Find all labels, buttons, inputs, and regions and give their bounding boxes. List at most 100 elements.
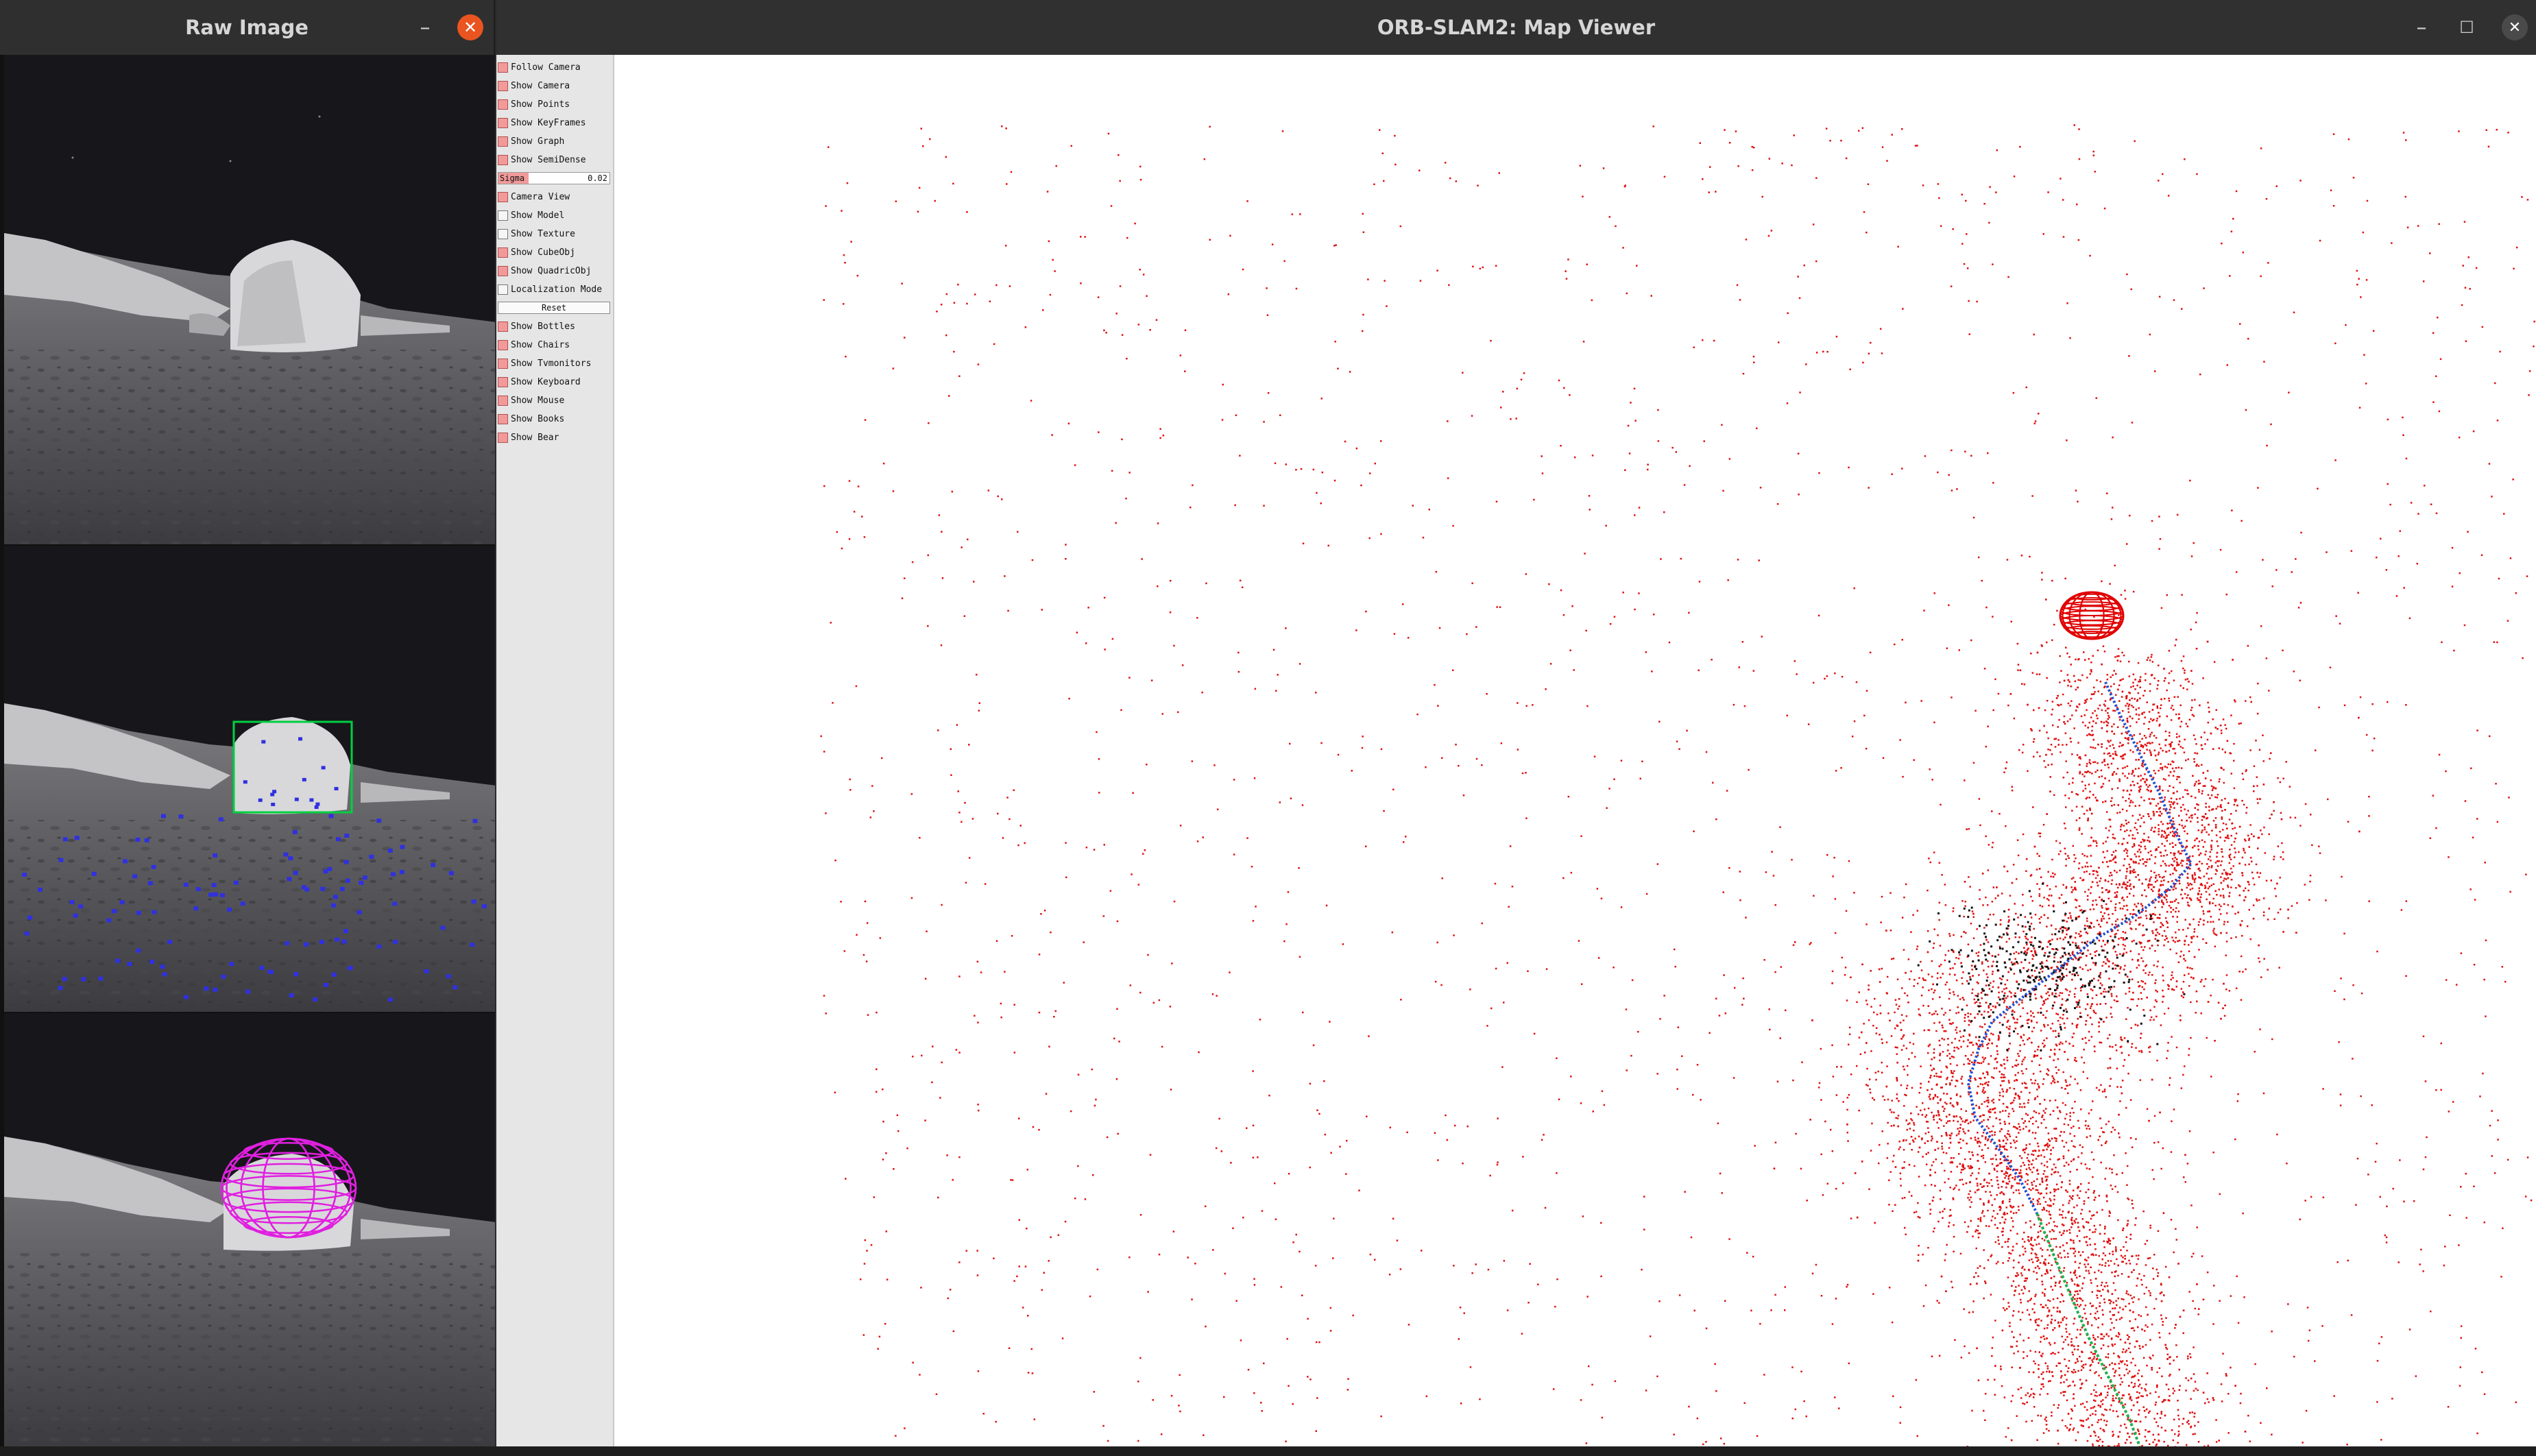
checkbox-show-mouse[interactable]: Show Mouse — [498, 392, 564, 409]
point-cloud-map[interactable] — [614, 55, 2536, 1446]
raw-close-button[interactable]: ✕ — [455, 0, 485, 55]
map-point — [1567, 795, 1570, 798]
map-point — [1953, 1070, 1955, 1072]
checkbox-box[interactable] — [498, 339, 508, 350]
checkbox-camera-view[interactable]: Camera View — [498, 189, 570, 205]
checkbox-show-cubeobj[interactable]: Show CubeObj — [498, 244, 575, 260]
map-point — [1252, 1156, 1255, 1158]
checkbox-box[interactable] — [498, 413, 508, 424]
map-point — [1761, 635, 1763, 638]
checkbox-box[interactable] — [498, 62, 508, 73]
sigma-slider[interactable]: Sigma 0.02 — [498, 172, 610, 184]
map-point — [2483, 1221, 2485, 1224]
checkbox-localization-mode[interactable]: Localization Mode — [498, 281, 602, 298]
map-point — [2108, 1264, 2110, 1267]
checkbox-box[interactable] — [498, 80, 508, 91]
checkbox-show-semidense[interactable]: Show SemiDense — [498, 151, 586, 168]
map-point — [1920, 969, 1923, 971]
map-point — [1702, 1443, 1704, 1446]
map-point — [2184, 939, 2186, 942]
map-point — [1967, 943, 1970, 945]
map-point — [2420, 1248, 2422, 1251]
checkbox-box[interactable] — [498, 154, 508, 165]
map-point — [2126, 777, 2129, 779]
reset-row[interactable]: Reset — [498, 300, 610, 316]
raw-minimize-button[interactable]: – — [411, 0, 439, 55]
checkbox-box[interactable] — [498, 284, 508, 295]
map-minimize-button[interactable]: – — [2409, 0, 2434, 55]
checkbox-box[interactable] — [498, 358, 508, 369]
map-point — [862, 1334, 865, 1336]
map-point — [1237, 670, 1240, 673]
checkbox-show-keyframes[interactable]: Show KeyFrames — [498, 114, 586, 131]
map-point — [1425, 766, 1427, 768]
map-point — [1994, 678, 1996, 681]
map-point — [2247, 644, 2249, 647]
checkbox-box[interactable] — [498, 395, 508, 406]
checkbox-box[interactable] — [498, 376, 508, 387]
checkbox-show-bottles[interactable]: Show Bottles — [498, 318, 575, 335]
checkbox-show-keyboard[interactable]: Show Keyboard — [498, 374, 581, 390]
checkbox-show-camera[interactable]: Show Camera — [498, 77, 570, 94]
map-viewer-titlebar[interactable]: ORB-SLAM2: Map Viewer — [496, 0, 2536, 55]
map-point — [2154, 914, 2156, 916]
checkbox-show-quadricobj[interactable]: Show QuadricObj — [498, 263, 591, 279]
checkbox-box[interactable] — [498, 136, 508, 147]
map-point — [2094, 899, 2097, 901]
checkbox-show-tvmonitors[interactable]: Show Tvmonitors — [498, 355, 591, 372]
map-point — [1894, 1204, 1896, 1206]
map-point — [2103, 991, 2105, 993]
checkbox-show-points[interactable]: Show Points — [498, 96, 570, 112]
checkbox-box[interactable] — [498, 210, 508, 221]
map-point — [989, 300, 991, 302]
map-point — [2228, 990, 2231, 992]
map-point — [1981, 579, 1983, 582]
checkbox-box[interactable] — [498, 265, 508, 276]
checkbox-box[interactable] — [498, 117, 508, 128]
checkbox-box[interactable] — [498, 247, 508, 258]
checkbox-box[interactable] — [498, 432, 508, 443]
map-point — [1392, 1217, 1394, 1220]
map-point — [2110, 740, 2112, 742]
map-point — [2008, 1113, 2010, 1115]
map-point — [2139, 676, 2142, 678]
checkbox-follow-camera[interactable]: Follow Camera — [498, 59, 581, 75]
reset-button[interactable]: Reset — [498, 302, 610, 314]
sigma-slider-row[interactable]: Sigma 0.02 — [498, 170, 610, 186]
map-maximize-button[interactable]: ☐ — [2453, 0, 2480, 55]
map-point — [1295, 287, 1298, 290]
map-point — [1940, 976, 1942, 979]
map-viewer-canvas[interactable] — [614, 55, 2536, 1446]
map-point — [1299, 1250, 1301, 1253]
map-point — [957, 283, 959, 286]
map-point — [1070, 145, 1072, 147]
map-point — [2262, 914, 2265, 917]
checkbox-box[interactable] — [498, 228, 508, 239]
checkbox-show-books[interactable]: Show Books — [498, 411, 564, 427]
map-point — [2194, 874, 2196, 876]
checkbox-show-texture[interactable]: Show Texture — [498, 226, 575, 242]
checkbox-show-graph[interactable]: Show Graph — [498, 133, 564, 149]
map-point — [1562, 877, 1565, 879]
map-point — [1421, 1250, 1423, 1252]
map-point — [2067, 1256, 2069, 1258]
map-point — [2068, 1333, 2070, 1335]
checkbox-box[interactable] — [498, 99, 508, 110]
map-point — [1212, 1249, 1214, 1251]
map-point — [2160, 1024, 2162, 1026]
map-point — [2223, 879, 2225, 882]
map-point — [893, 1168, 895, 1170]
checkbox-show-bear[interactable]: Show Bear — [498, 429, 559, 446]
checkbox-show-chairs[interactable]: Show Chairs — [498, 337, 570, 353]
map-point — [1584, 553, 1586, 555]
map-point — [952, 1330, 955, 1333]
map-point — [2347, 138, 2350, 141]
map-point — [1826, 675, 1828, 677]
checkbox-box[interactable] — [498, 321, 508, 332]
checkbox-show-model[interactable]: Show Model — [498, 207, 564, 223]
map-close-button[interactable]: ✕ — [2500, 0, 2530, 55]
feature-marker — [261, 740, 266, 744]
map-point — [1977, 1185, 1979, 1187]
map-point — [2459, 572, 2461, 574]
checkbox-box[interactable] — [498, 191, 508, 202]
